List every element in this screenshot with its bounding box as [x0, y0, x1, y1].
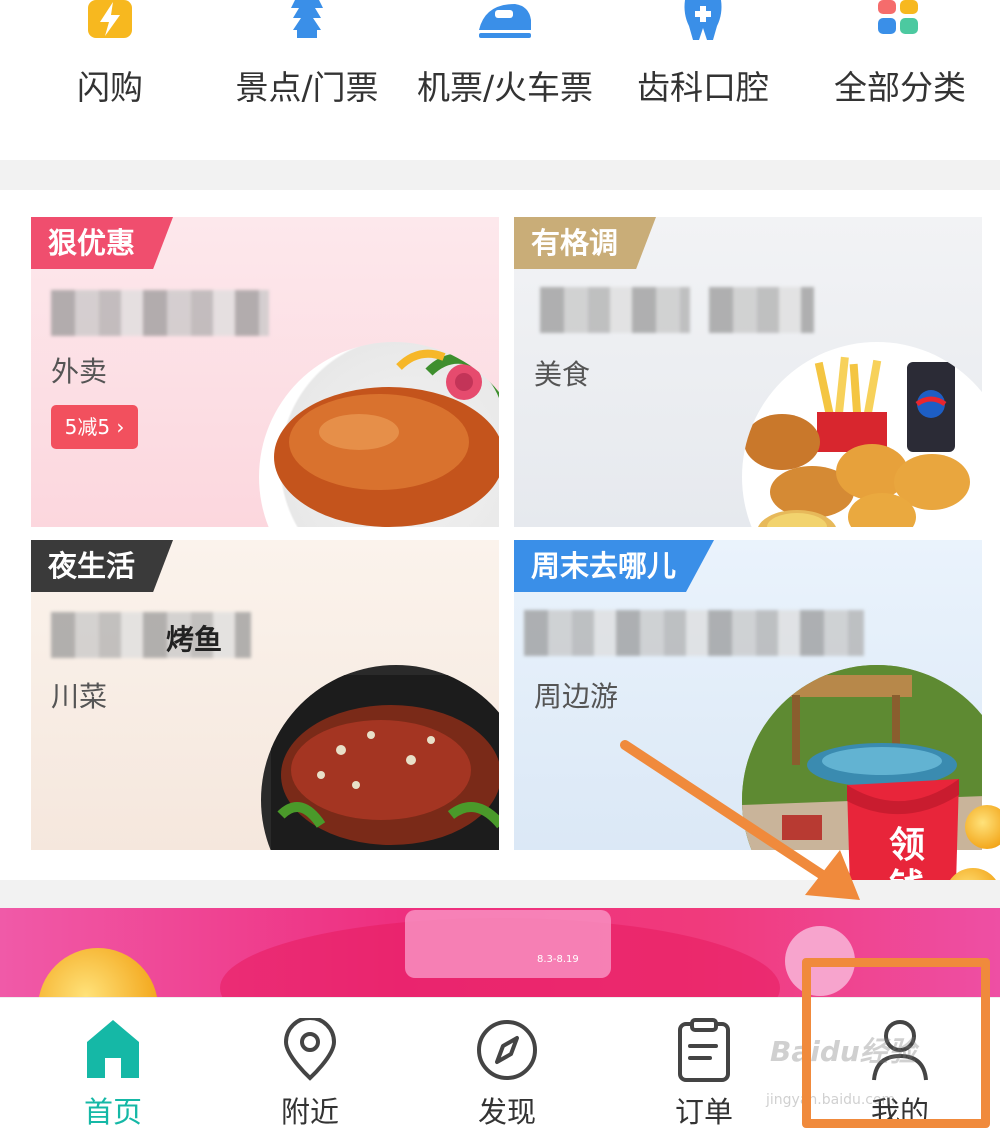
- category-label: 闪购: [77, 68, 143, 107]
- clipboard-icon: [678, 1018, 730, 1082]
- nav-label: 首页: [83, 1095, 142, 1129]
- nav-nearby[interactable]: 附近: [210, 998, 410, 1136]
- blurred-title: [51, 290, 269, 336]
- coupon-button[interactable]: 5减5 ›: [51, 405, 138, 449]
- blurred-title: [709, 287, 814, 333]
- card-subtitle: 美食: [534, 358, 591, 391]
- category-flash-buy[interactable]: 闪购: [10, 0, 210, 160]
- roast-duck-photo: [259, 342, 499, 527]
- recommend-cards: 狠优惠 外卖 5减5 › 有格调 美食 夜生活 烤鱼 川菜 周末去哪儿 周边游 …: [0, 190, 1000, 925]
- banner-title-blurred: [405, 910, 611, 978]
- category-label: 机票/火车票: [416, 68, 594, 107]
- blurred-title: [524, 610, 864, 656]
- card-food[interactable]: 有格调 美食: [514, 217, 982, 527]
- nav-label: 附近: [280, 1095, 339, 1129]
- card-tag: 狠优惠: [31, 217, 174, 269]
- card-subtitle: 周边游: [534, 680, 619, 713]
- nav-discover[interactable]: 发现: [407, 998, 607, 1136]
- card-title-fragment: 烤鱼: [166, 623, 223, 656]
- category-tickets[interactable]: 机票/火车票: [405, 0, 605, 160]
- pagoda-icon: [291, 0, 323, 38]
- card-tag: 夜生活: [31, 540, 174, 592]
- coin-icon: [38, 948, 158, 1000]
- location-pin-icon: [283, 1018, 337, 1081]
- section-divider: [0, 160, 1000, 190]
- annotation-highlight-box: [802, 958, 990, 1128]
- card-takeaway[interactable]: 狠优惠 外卖 5减5 ›: [31, 217, 499, 527]
- train-icon: [479, 4, 531, 38]
- category-label: 全部分类: [834, 68, 966, 107]
- nav-home[interactable]: 首页: [13, 998, 213, 1136]
- blurred-title: [540, 287, 690, 333]
- grilled-fish-photo: [261, 665, 499, 850]
- card-tag: 周末去哪儿: [514, 540, 715, 592]
- nav-label: 发现: [477, 1095, 536, 1129]
- category-row: 闪购 景点/门票 机票/火车票 齿科口腔 全部分类: [0, 0, 1000, 160]
- fried-chicken-photo: [742, 342, 982, 527]
- lightning-icon: [88, 0, 132, 38]
- category-label: 景点/门票: [235, 68, 379, 107]
- home-icon: [87, 1020, 139, 1078]
- compass-icon: [477, 1020, 537, 1080]
- category-label: 齿科口腔: [637, 68, 769, 107]
- tooth-icon: [684, 0, 722, 40]
- category-dental[interactable]: 齿科口腔: [603, 0, 803, 160]
- section-divider: [0, 880, 1000, 908]
- card-tag: 有格调: [514, 217, 657, 269]
- category-attractions[interactable]: 景点/门票: [207, 0, 407, 160]
- card-subtitle: 外卖: [51, 355, 108, 388]
- category-all[interactable]: 全部分类: [800, 0, 1000, 160]
- banner-date: 8.3-8.19: [537, 954, 579, 965]
- grid-icon: [878, 0, 918, 34]
- card-subtitle: 川菜: [51, 680, 108, 713]
- card-nightlife[interactable]: 夜生活 烤鱼 川菜: [31, 540, 499, 850]
